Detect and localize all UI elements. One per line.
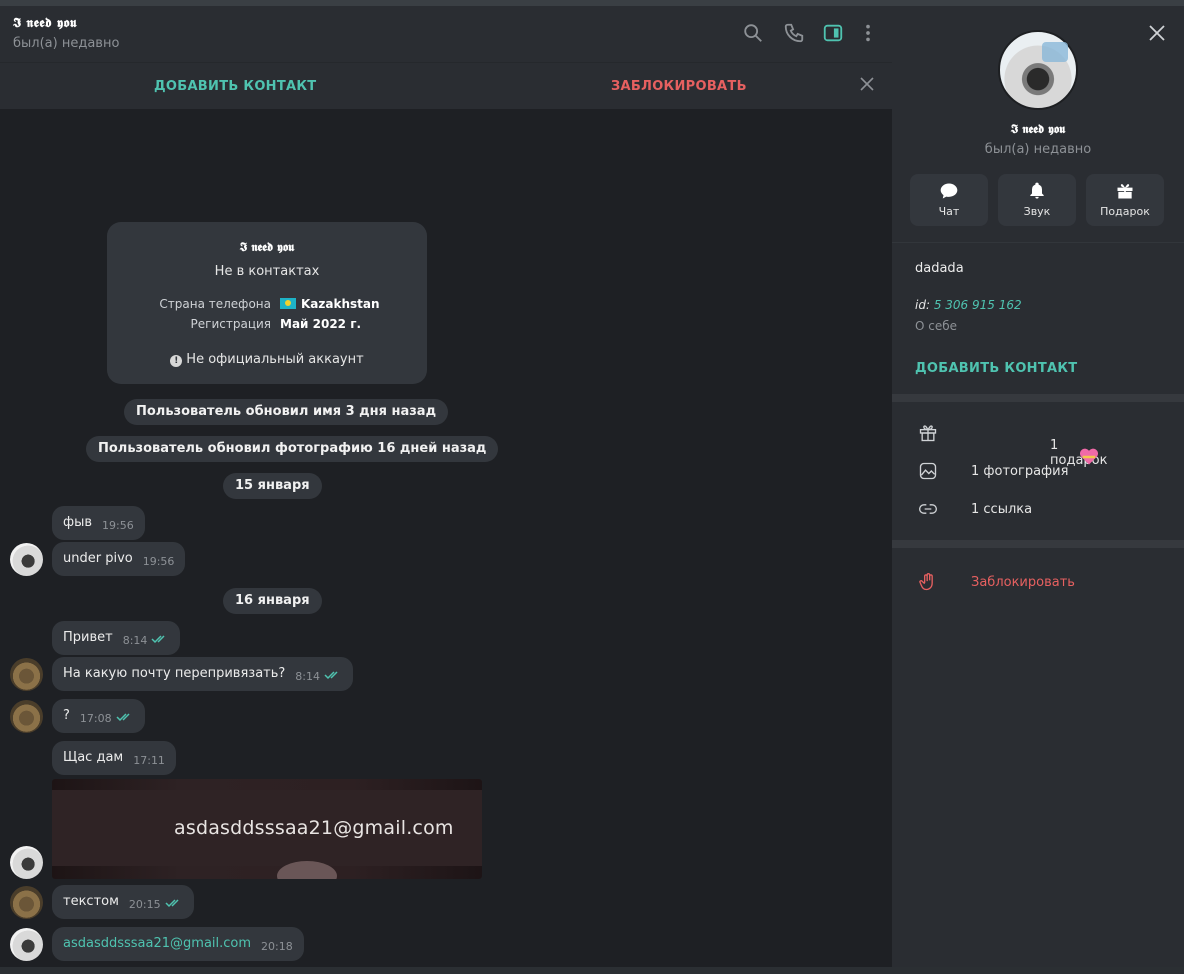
profile-status: был(а) недавно <box>984 142 1092 157</box>
message-time: 17:11 <box>133 754 165 767</box>
contact-action-bar: ДОБАВИТЬ КОНТАКТ ЗАБЛОКИРОВАТЬ <box>0 62 892 109</box>
sidebar-toggle-icon[interactable] <box>822 22 844 44</box>
add-contact-button[interactable]: ДОБАВИТЬ КОНТАКТ <box>915 361 1077 376</box>
gift-icon <box>1117 184 1133 199</box>
about-label: О себе <box>915 319 958 333</box>
double-check-icon <box>116 712 134 722</box>
links-label: 1 ссылка <box>971 502 1033 517</box>
double-check-icon <box>324 670 342 680</box>
search-icon[interactable] <box>742 22 764 44</box>
phone-icon[interactable] <box>783 22 805 44</box>
message-bubble[interactable]: фыв 19:56 <box>52 506 145 540</box>
profile-name: 𝕴 𝖓𝖊𝖊𝖉 𝖞𝖔𝖚 <box>1010 122 1066 136</box>
user-info-card: 𝕴 𝖓𝖊𝖊𝖉 𝖞𝖔𝖚 Не в контактах Страна телефон… <box>107 222 427 384</box>
message-text: На какую почту перепривязать? <box>63 666 286 681</box>
message-text: Щас дам <box>63 750 124 765</box>
message-time: 17:08 <box>79 712 112 725</box>
profile-info-section: dadada id: 5 306 915 162 О себе ДОБАВИТЬ… <box>892 242 1184 394</box>
message-bubble[interactable]: asdasddsssaa21@gmail.com 20:18 <box>52 927 304 961</box>
add-contact-button[interactable]: ДОБАВИТЬ КОНТАКТ <box>154 79 316 94</box>
message-list[interactable]: 𝕴 𝖓𝖊𝖊𝖉 𝖞𝖔𝖚 Не в контактах Страна телефон… <box>0 109 892 967</box>
phone-country-label: Страна телефона <box>159 297 271 311</box>
photos-label: 1 фотография <box>971 464 1069 479</box>
message-time: 8:14 <box>295 670 320 683</box>
block-row[interactable]: Заблокировать <box>892 563 1184 601</box>
avatar[interactable] <box>10 928 43 961</box>
gifts-row[interactable]: 1 подарок <box>892 414 1184 468</box>
registration-value: Май 2022 г. <box>280 317 362 331</box>
chat-icon <box>940 183 958 199</box>
message-time: 8:14 <box>122 634 148 647</box>
message-bubble[interactable]: under pivo 19:56 <box>52 542 186 576</box>
message-bubble[interactable]: ? 17:08 <box>52 699 145 733</box>
registration-label: Регистрация <box>190 317 271 331</box>
sound-button[interactable]: Звук <box>998 174 1076 226</box>
window-bottom-border <box>0 967 1184 974</box>
heart-gift-icon <box>1053 438 1099 465</box>
date-separator: 16 января <box>223 588 322 614</box>
message-photo[interactable]: asdasddsssaa21@gmail.com <box>52 779 482 879</box>
block-user-button[interactable]: ЗАБЛОКИРОВАТЬ <box>611 79 747 94</box>
service-message-photo-update: Пользователь обновил фотографию 16 дней … <box>86 436 499 462</box>
message-text: фыв <box>63 515 93 530</box>
chat-button[interactable]: Чат <box>910 174 988 226</box>
message-bubble[interactable]: На какую почту перепривязать? 8:14 <box>52 657 353 691</box>
more-icon[interactable] <box>857 22 879 44</box>
chat-header[interactable]: 𝕴 𝖓𝖊𝖊𝖉 𝖞𝖔𝖚 был(а) недавно <box>0 6 892 62</box>
date-separator: 15 января <box>223 473 322 499</box>
links-row[interactable]: 1 ссылка <box>892 490 1184 528</box>
hand-stop-icon <box>919 573 933 591</box>
gift-button-label: Подарок <box>1100 205 1150 218</box>
message-text: under pivo <box>63 551 133 566</box>
kazakhstan-flag-icon <box>280 298 296 309</box>
link-icon <box>919 504 937 514</box>
info-card-name: 𝕴 𝖓𝖊𝖊𝖉 𝖞𝖔𝖚 <box>239 240 295 254</box>
bell-icon <box>1030 182 1044 199</box>
avatar[interactable] <box>10 886 43 919</box>
message-bubble[interactable]: Щас дам 17:11 <box>52 741 176 775</box>
photos-row[interactable]: 1 фотография <box>892 452 1184 490</box>
close-icon[interactable] <box>858 75 876 93</box>
message-text: текстом <box>63 894 119 909</box>
chat-button-label: Чат <box>938 205 960 218</box>
avatar[interactable] <box>10 700 43 733</box>
photo-email-text: asdasddsssaa21@gmail.com <box>174 817 454 839</box>
message-time: 20:18 <box>261 940 293 953</box>
profile-id[interactable]: id: 5 306 915 162 <box>915 298 1022 312</box>
chat-title[interactable]: 𝕴 𝖓𝖊𝖊𝖉 𝖞𝖔𝖚 <box>13 16 77 31</box>
gift-button[interactable]: Подарок <box>1086 174 1164 226</box>
chat-pane: 𝕴 𝖓𝖊𝖊𝖉 𝖞𝖔𝖚 был(а) недавно ДОБАВИТЬ КОНТА… <box>0 6 892 967</box>
message-text: Привет <box>63 630 113 645</box>
chat-status: был(а) недавно <box>13 36 120 51</box>
section-divider <box>892 394 1184 402</box>
close-icon[interactable] <box>1148 24 1166 42</box>
message-time: 19:56 <box>102 519 134 532</box>
sound-button-label: Звук <box>1023 205 1051 218</box>
info-card-status: Не в контактах <box>214 264 320 279</box>
service-message-name-update: Пользователь обновил имя 3 дня назад <box>124 399 449 425</box>
message-time: 20:15 <box>128 898 161 911</box>
photo-icon <box>919 462 937 480</box>
phone-country-value: Kazakhstan <box>280 297 380 311</box>
message-bubble[interactable]: Привет 8:14 <box>52 621 181 655</box>
profile-avatar[interactable] <box>998 30 1078 110</box>
block-label: Заблокировать <box>971 575 1075 590</box>
message-text: ? <box>63 708 70 723</box>
gift-icon <box>919 425 937 442</box>
message-bubble[interactable]: текстом 20:15 <box>52 885 194 919</box>
unofficial-account-notice: ! Не официальный аккаунт <box>107 352 427 367</box>
profile-panel: 𝕴 𝖓𝖊𝖊𝖉 𝖞𝖔𝖚 был(а) недавно Чат Звук Подар… <box>892 6 1184 967</box>
avatar[interactable] <box>10 658 43 691</box>
double-check-icon <box>151 634 169 644</box>
avatar[interactable] <box>10 543 43 576</box>
section-divider <box>892 540 1184 548</box>
message-time: 19:56 <box>142 555 175 568</box>
message-email-link[interactable]: asdasddsssaa21@gmail.com <box>63 927 251 961</box>
double-check-icon <box>165 898 183 908</box>
profile-bio: dadada <box>915 261 964 276</box>
avatar[interactable] <box>10 846 43 879</box>
warning-icon: ! <box>170 355 183 367</box>
